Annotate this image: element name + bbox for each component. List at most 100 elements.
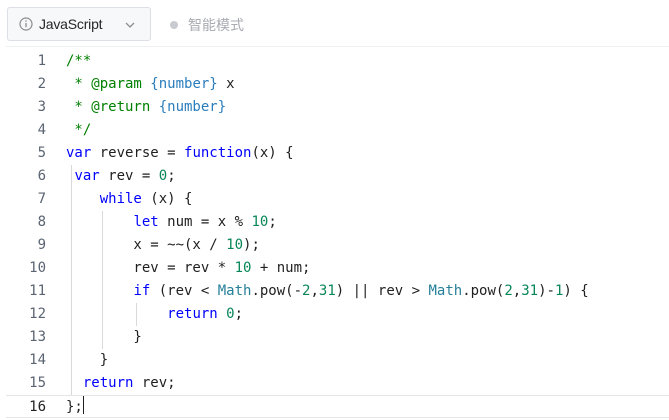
code-token: .pow(-: [251, 283, 303, 299]
code-token: Math: [217, 283, 252, 299]
code-token: * @return: [66, 99, 159, 115]
code-text: var reverse = function(x) {: [66, 142, 294, 165]
code-line[interactable]: 6 var rev = 0;: [6, 165, 669, 188]
code-line[interactable]: 5 var reverse = function(x) {: [6, 142, 669, 165]
line-number: 7: [37, 191, 46, 207]
code-token: 0: [226, 306, 235, 322]
code-text: let num = x % 10;: [66, 211, 277, 234]
code-token: return: [82, 375, 134, 391]
code-token: ;: [167, 168, 176, 184]
code-token: 10: [251, 214, 269, 230]
code-token: var: [74, 168, 100, 184]
code-line[interactable]: 16};: [6, 395, 669, 418]
code-token: (x) {: [141, 191, 193, 207]
code-token: 10: [226, 237, 244, 253]
code-line[interactable]: 13 }: [6, 326, 669, 349]
code-token: (x) {: [251, 145, 294, 161]
code-token: 31: [521, 283, 539, 299]
code-token: {number}: [150, 76, 218, 92]
language-select[interactable]: JavaScript: [7, 7, 151, 41]
code-text: /**: [66, 50, 91, 73]
code-text: * @param {number} x: [66, 73, 235, 96]
code-token: 31: [318, 283, 336, 299]
code-token: /**: [66, 53, 92, 69]
line-number: 10: [29, 260, 46, 276]
code-text: while (x) {: [66, 188, 193, 211]
code-token: (rev <: [150, 283, 218, 299]
code-token: */: [66, 122, 92, 138]
code-editor[interactable]: 1/** 2 * @param {number} x3 * @return {nu…: [6, 46, 669, 420]
code-token: };: [66, 399, 83, 415]
code-line[interactable]: 8 let num = x % 10;: [6, 211, 669, 234]
code-token: .pow(: [462, 283, 505, 299]
code-token: let: [133, 214, 159, 230]
code-token: 10: [234, 260, 252, 276]
line-number: 13: [29, 329, 46, 345]
code-token: }: [66, 329, 142, 345]
code-token: 2: [504, 283, 513, 299]
line-number: 15: [29, 375, 46, 391]
code-token: {number}: [158, 99, 227, 115]
code-token: )-: [538, 283, 555, 299]
code-token: + num;: [251, 260, 311, 276]
line-number: 12: [29, 306, 46, 322]
code-token: if: [133, 283, 151, 299]
line-number: 14: [29, 352, 46, 368]
line-number: 3: [37, 99, 46, 115]
code-line[interactable]: 15 return rev;: [6, 372, 669, 395]
smart-mode-toggle[interactable]: 智能模式: [170, 15, 244, 35]
code-token: ,: [512, 283, 522, 299]
code-token: ,: [310, 283, 319, 299]
mode-label: 智能模式: [188, 18, 244, 34]
line-number: 1: [37, 53, 46, 69]
code-token: rev =: [99, 168, 159, 184]
line-number: 11: [29, 283, 46, 299]
code-token: ) || rev >: [335, 283, 429, 299]
indent-guide: [102, 211, 104, 349]
language-label: JavaScript: [39, 16, 103, 32]
line-number: 8: [37, 214, 46, 230]
code-line[interactable]: 7 while (x) {: [6, 188, 669, 211]
code-line[interactable]: 3 * @return {number}: [6, 96, 669, 119]
code-text: if (rev < Math.pow(-2,31) || rev > Math.…: [66, 280, 588, 303]
code-line[interactable]: 4 */: [6, 119, 669, 142]
code-token: var: [66, 145, 92, 161]
code-line[interactable]: 11 if (rev < Math.pow(-2,31) || rev > Ma…: [6, 280, 669, 303]
code-text: return rev;: [66, 372, 176, 395]
indent-guide: [71, 165, 73, 395]
code-text: };: [66, 396, 84, 419]
line-number: 9: [37, 237, 46, 253]
code-token: x: [217, 76, 235, 92]
text-cursor: [82, 396, 84, 414]
editor-toolbar: JavaScript 智能模式: [0, 0, 669, 46]
line-number: 16: [29, 399, 46, 415]
code-line[interactable]: 12 return 0;: [6, 303, 669, 326]
line-number: 4: [37, 122, 46, 138]
mode-status-dot: [170, 21, 178, 29]
code-line[interactable]: 14 }: [6, 349, 669, 372]
code-line[interactable]: 10 rev = rev * 10 + num;: [6, 257, 669, 280]
chevron-down-icon: [125, 22, 135, 28]
code-token: rev = rev *: [66, 260, 235, 276]
code-token: * @param: [66, 76, 151, 92]
code-token: Math: [428, 283, 463, 299]
code-token: rev;: [133, 375, 176, 391]
code-text: }: [66, 349, 108, 372]
code-token: ;: [268, 214, 277, 230]
line-number: 2: [37, 76, 46, 92]
code-line[interactable]: 9 x = ~~(x / 10);: [6, 234, 669, 257]
code-text: return 0;: [66, 303, 243, 326]
code-text: x = ~~(x / 10);: [66, 234, 259, 257]
code-text: * @return {number}: [66, 96, 226, 119]
code-token: function: [184, 145, 252, 161]
code-token: 0: [158, 168, 168, 184]
code-line[interactable]: 2 * @param {number} x: [6, 73, 669, 96]
code-line[interactable]: 1 /**: [6, 50, 669, 73]
info-icon: [19, 17, 33, 31]
line-number: 5: [37, 145, 46, 161]
indent-guide: [135, 303, 137, 326]
